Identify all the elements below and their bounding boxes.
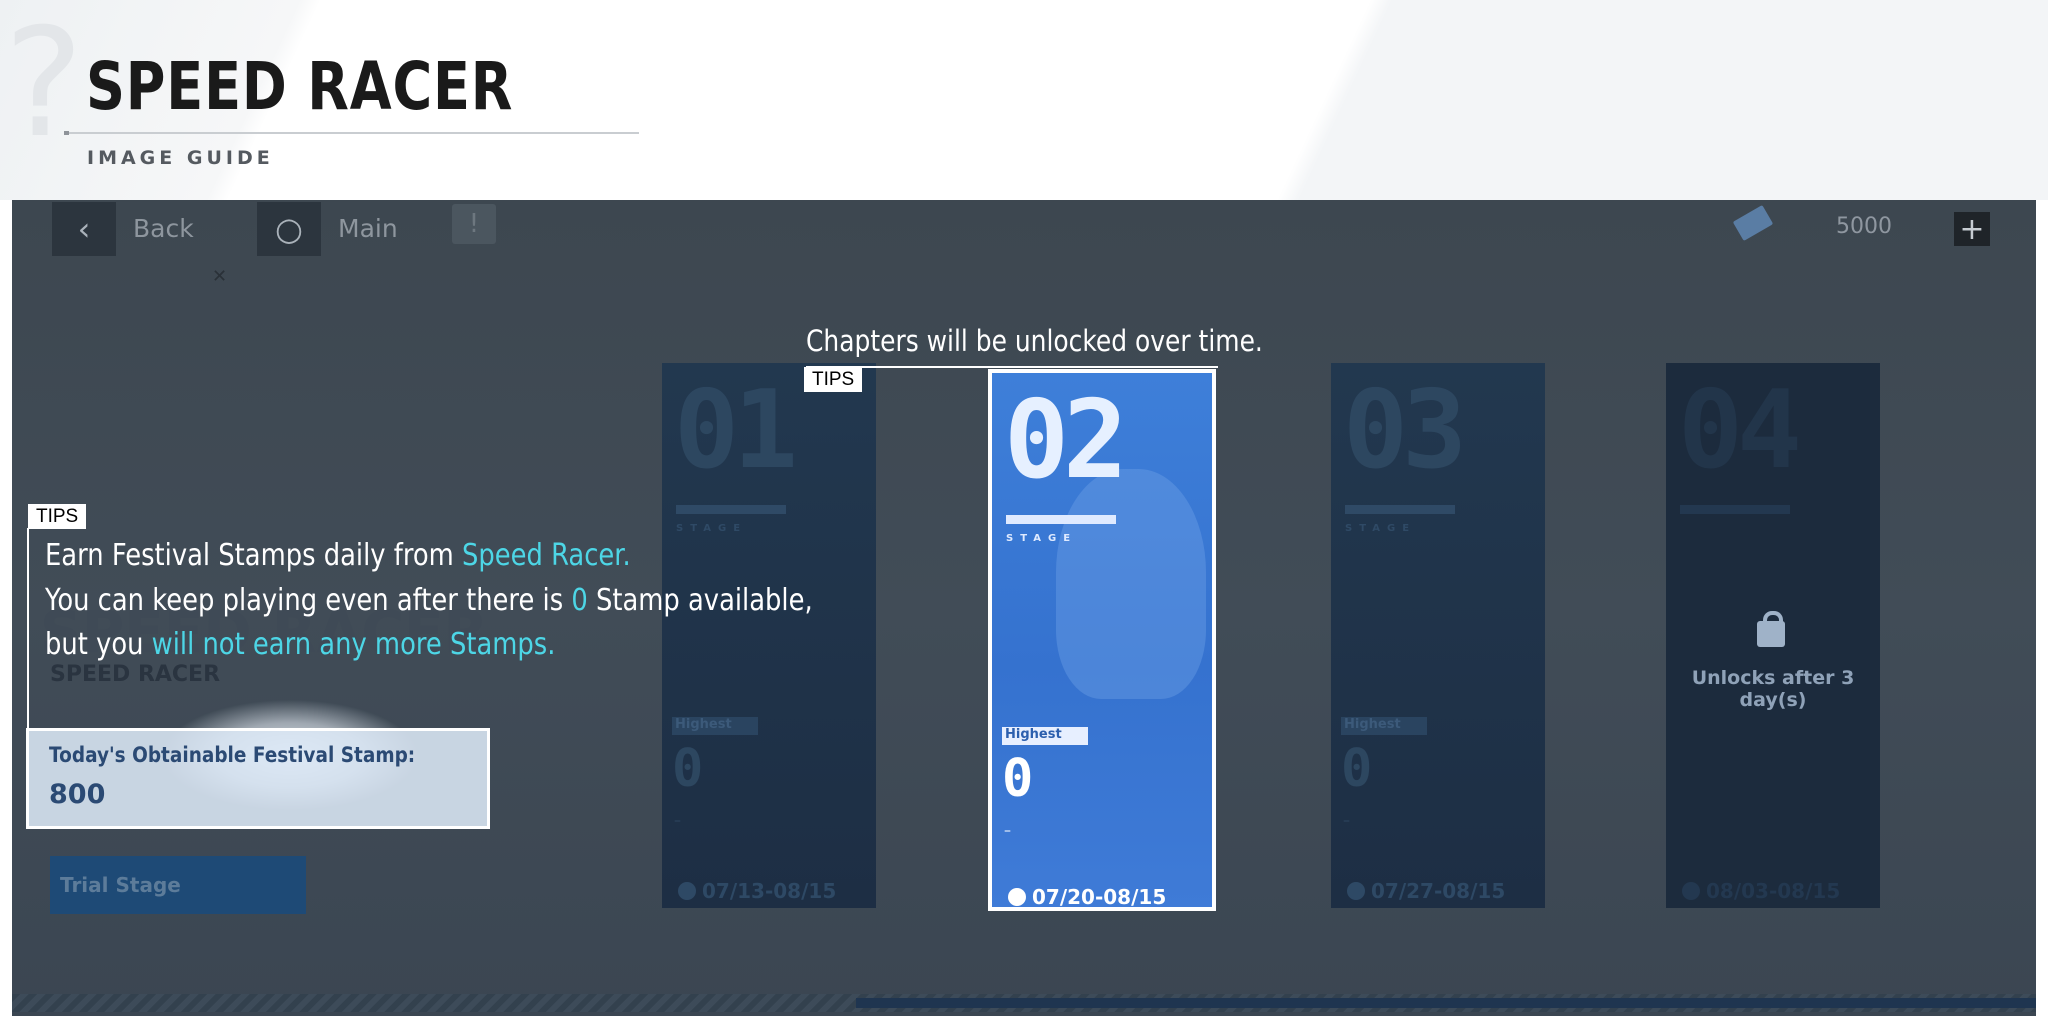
event-subtitle: SPEED RACER: [50, 662, 221, 687]
highest-label: Highest: [1002, 727, 1088, 745]
tips-text: Earn Festival Stamps daily from: [45, 538, 462, 573]
stamp-label: Today's Obtainable Festival Stamp:: [49, 743, 416, 767]
plus-icon: +: [1959, 211, 1985, 247]
tips-text: You can keep playing even after there is: [45, 583, 572, 618]
alert-button[interactable]: !: [452, 204, 496, 244]
stage-card-03[interactable]: 03 STAGE Highest 0 – 07/27-08/15: [1331, 363, 1545, 908]
highest-score: 0: [672, 739, 704, 799]
tips-highlight: Speed Racer.: [461, 538, 631, 573]
tips-left-border: [27, 528, 29, 730]
stage-card-02[interactable]: 02 STAGE Highest 0 – 07/20-08/15: [988, 369, 1216, 911]
stage-tag: [676, 505, 786, 514]
tips-underline: [806, 366, 1218, 368]
page-title: SPEED RACER: [86, 48, 514, 125]
tips-text: but you: [45, 627, 152, 662]
title-divider: [64, 131, 639, 135]
stage-dates-text: 08/03-08/15: [1706, 879, 1841, 903]
stage-card-01[interactable]: 01 STAGE Highest 0 – 07/13-08/15: [662, 363, 876, 908]
stage-number: 02: [1004, 378, 1128, 503]
tips-highlight: 0: [571, 583, 588, 618]
stage-number: 01: [674, 368, 798, 493]
progress-strip-fill: [856, 998, 2036, 1008]
stage-dates-text: 07/27-08/15: [1371, 879, 1506, 903]
stage-tag: [1680, 505, 1790, 514]
score-dash: –: [1343, 813, 1350, 829]
clock-icon: [1008, 888, 1026, 906]
currency-value: 5000: [1836, 214, 1892, 239]
stage-dates-text: 07/20-08/15: [1032, 885, 1167, 909]
tips-line-2: You can keep playing even after there is…: [45, 583, 813, 618]
tips-tag-left: TIPS: [28, 504, 87, 529]
tips-highlight: will not earn any more Stamps.: [151, 627, 556, 662]
circle-icon: ○: [275, 210, 303, 248]
exclamation-icon: !: [468, 209, 480, 239]
progress-strip: [12, 994, 2036, 1012]
main-button[interactable]: ○: [257, 202, 321, 256]
stage-tag: [1345, 505, 1455, 514]
score-dash: –: [1004, 823, 1011, 839]
back-label: Back: [133, 214, 194, 243]
chevron-left-icon: ‹: [77, 210, 91, 248]
highest-label: Highest: [1341, 717, 1427, 735]
highest-score: 0: [1341, 739, 1373, 799]
highest-score: 0: [1002, 749, 1034, 809]
main-label: Main: [338, 214, 398, 243]
tips-line-1: Earn Festival Stamps daily from Speed Ra…: [45, 538, 631, 573]
stage-dates: 07/27-08/15: [1347, 879, 1505, 903]
stage-label: STAGE: [676, 523, 748, 534]
stamp-value: 800: [49, 779, 106, 810]
stage-card-04: 04 Unlocks after 3 day(s) 08/03-08/15: [1666, 363, 1880, 908]
character-art: [1056, 469, 1206, 699]
clock-icon: [1682, 882, 1700, 900]
stage-dates: 07/20-08/15: [1008, 885, 1166, 909]
stage-label: STAGE: [1345, 523, 1417, 534]
tips-tag-top: TIPS: [804, 367, 863, 392]
obtainable-stamp-box: Today's Obtainable Festival Stamp: 800: [26, 728, 490, 829]
stage-dates: 07/13-08/15: [678, 879, 836, 903]
trial-stage-button[interactable]: Trial Stage: [50, 856, 306, 914]
stage-dates: 08/03-08/15: [1682, 879, 1840, 903]
tips-text: Stamp available,: [587, 583, 813, 618]
chapters-note: Chapters will be unlocked over time.: [806, 324, 1263, 358]
cursor-icon: ✕: [212, 266, 228, 287]
add-currency-button[interactable]: +: [1954, 211, 1990, 247]
stage-tag: [1006, 515, 1116, 524]
clock-icon: [1347, 882, 1365, 900]
stage-label: STAGE: [1006, 533, 1078, 544]
back-button[interactable]: ‹: [52, 202, 116, 256]
score-dash: –: [674, 813, 681, 829]
page-subtitle: IMAGE GUIDE: [87, 147, 274, 169]
stage-number: 04: [1678, 368, 1802, 493]
stage-number: 03: [1343, 368, 1467, 493]
tips-line-3: but you will not earn any more Stamps.: [45, 627, 555, 662]
stage-dates-text: 07/13-08/15: [702, 879, 837, 903]
unlock-text: Unlocks after 3 day(s): [1691, 667, 1855, 711]
highest-label: Highest: [672, 717, 758, 735]
clock-icon: [678, 882, 696, 900]
lock-icon: [1757, 611, 1785, 647]
